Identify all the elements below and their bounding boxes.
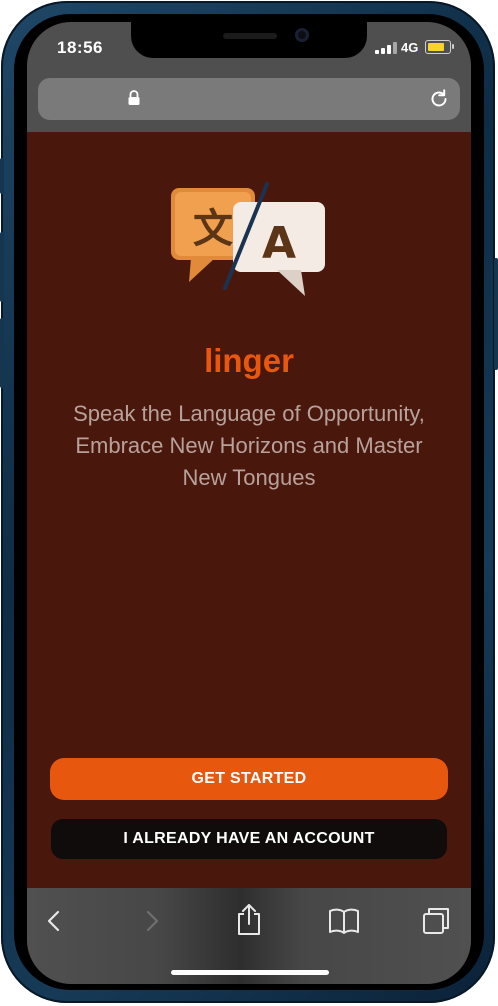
- battery-level: [428, 43, 444, 51]
- have-account-button[interactable]: I ALREADY HAVE AN ACCOUNT: [51, 819, 447, 859]
- home-indicator[interactable]: [171, 970, 329, 975]
- lock-icon: [128, 90, 140, 105]
- app-tagline: Speak the Language of Opportunity, Embra…: [73, 401, 425, 490]
- battery-icon: [425, 40, 451, 54]
- volume-up-button: [0, 232, 4, 302]
- camera: [295, 28, 309, 42]
- status-time: 18:56: [57, 38, 103, 57]
- volume-down-button: [0, 318, 4, 388]
- back-icon[interactable]: [39, 906, 69, 936]
- app-name: linger: [204, 342, 294, 379]
- speaker: [223, 33, 277, 39]
- bookmarks-icon[interactable]: [327, 906, 361, 936]
- svg-text:A: A: [262, 218, 296, 269]
- reload-icon[interactable]: [428, 88, 450, 110]
- browser-header: [27, 78, 471, 132]
- tabs-icon[interactable]: [421, 906, 451, 936]
- forward-icon[interactable]: [137, 906, 167, 936]
- get-started-button[interactable]: GET STARTED: [50, 758, 448, 800]
- share-icon[interactable]: [233, 902, 265, 936]
- power-button: [494, 258, 498, 370]
- notch: [131, 22, 367, 58]
- battery-tip: [452, 44, 454, 49]
- browser-toolbar: [27, 888, 471, 984]
- address-bar[interactable]: [38, 78, 460, 120]
- translate-icon: 文 A: [171, 182, 325, 296]
- signal-icon: [375, 42, 397, 54]
- svg-text:文: 文: [193, 206, 233, 252]
- silent-switch: [0, 158, 4, 194]
- welcome-content: 文 A linger Speak the Language of Opportu…: [27, 132, 471, 888]
- network-type: 4G: [401, 40, 419, 55]
- phone-screen: 18:56 4G 文 A linger Speak the Language o…: [27, 22, 471, 984]
